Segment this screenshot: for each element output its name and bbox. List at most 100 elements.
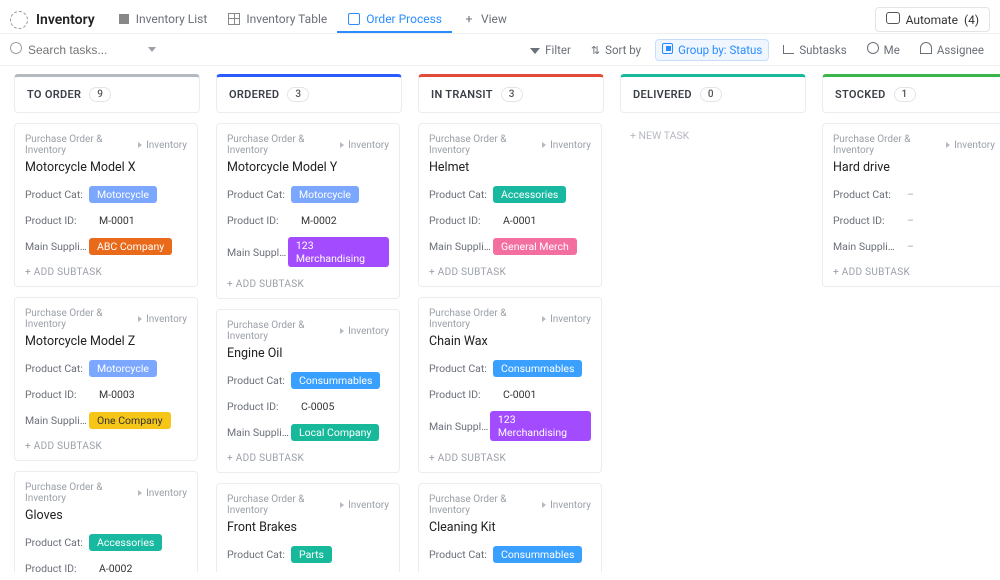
sortby-button[interactable]: Sort by bbox=[585, 40, 647, 60]
column-title: TO ORDER bbox=[27, 88, 81, 101]
breadcrumb-child: Inventory bbox=[550, 500, 591, 511]
field-row: Product ID:M-0001 bbox=[25, 211, 187, 229]
field-label: Product ID: bbox=[429, 214, 493, 227]
field-row: Product Cat:Motorcycle bbox=[227, 185, 389, 203]
column-header[interactable]: DELIVERED0 bbox=[620, 74, 806, 113]
tab-order-process[interactable]: Order Process bbox=[337, 6, 452, 33]
column-title: IN TRANSIT bbox=[431, 88, 493, 101]
task-card[interactable]: Purchase Order & InventoryInventoryMotor… bbox=[14, 297, 198, 461]
add-subtask-button[interactable]: + ADD SUBTASK bbox=[833, 263, 995, 278]
field-row: Product ID:C-0004 bbox=[429, 571, 591, 572]
column-header[interactable]: ORDERED3 bbox=[216, 74, 402, 113]
breadcrumb-child: Inventory bbox=[348, 140, 389, 151]
field-label: Product ID: bbox=[227, 400, 291, 413]
tab-inventory-table[interactable]: Inventory Table bbox=[217, 6, 337, 33]
add-subtask-button[interactable]: + ADD SUBTASK bbox=[25, 437, 187, 452]
task-card[interactable]: Purchase Order & InventoryInventoryFront… bbox=[216, 483, 400, 572]
task-card[interactable]: Purchase Order & InventoryInventoryHelme… bbox=[418, 123, 602, 287]
field-label: Main Suppliers: bbox=[833, 240, 897, 253]
tab-label: Inventory List bbox=[136, 12, 208, 26]
chevron-right-icon bbox=[340, 142, 344, 148]
card-title: Chain Wax bbox=[429, 334, 591, 349]
task-card[interactable]: Purchase Order & InventoryInventoryEngin… bbox=[216, 309, 400, 473]
breadcrumb: Purchase Order & InventoryInventory bbox=[833, 134, 995, 156]
field-row: Product Cat:Consummables bbox=[429, 359, 591, 377]
field-label: Product Cat: bbox=[25, 188, 89, 201]
top-bar: Inventory Inventory List Inventory Table… bbox=[0, 0, 1000, 34]
me-button[interactable]: Me bbox=[861, 39, 906, 60]
field-row: Product Cat:Accessories bbox=[429, 185, 591, 203]
automate-label: Automate bbox=[906, 13, 958, 27]
task-card[interactable]: Purchase Order & InventoryInventoryMotor… bbox=[216, 123, 400, 299]
groupby-button[interactable]: Group by: Status bbox=[655, 39, 769, 61]
task-card[interactable]: Purchase Order & InventoryInventoryGlove… bbox=[14, 471, 198, 572]
assignee-button[interactable]: Assignee bbox=[914, 39, 990, 60]
tab-add-view[interactable]: View bbox=[452, 6, 517, 33]
product-id-value: M-0002 bbox=[291, 214, 337, 227]
chevron-down-icon[interactable] bbox=[148, 47, 156, 52]
breadcrumb-parent: Purchase Order & Inventory bbox=[227, 320, 336, 342]
tab-label: View bbox=[481, 12, 507, 26]
tag-pill: General Merch bbox=[493, 238, 577, 255]
column-count: 3 bbox=[501, 87, 523, 102]
column-count: 0 bbox=[700, 87, 722, 102]
breadcrumb-parent: Purchase Order & Inventory bbox=[429, 134, 538, 156]
tag-pill: Motorcycle bbox=[89, 360, 157, 377]
card-title: Gloves bbox=[25, 508, 187, 523]
field-label: Main Suppliers: bbox=[25, 414, 89, 427]
search-wrap bbox=[10, 42, 160, 57]
tag-pill: Consummables bbox=[493, 360, 582, 377]
product-id-value: C-0001 bbox=[493, 388, 536, 401]
field-label: Product ID: bbox=[227, 214, 291, 227]
add-subtask-button[interactable]: + ADD SUBTASK bbox=[429, 449, 591, 464]
field-label: Main Suppliers: bbox=[227, 426, 291, 439]
space-icon bbox=[10, 11, 28, 29]
column-header[interactable]: IN TRANSIT 3 bbox=[418, 74, 604, 113]
field-row: Main Suppliers:– bbox=[833, 237, 995, 255]
tag-pill: 123 Merchandising bbox=[288, 237, 389, 267]
breadcrumb-parent: Purchase Order & Inventory bbox=[227, 134, 336, 156]
add-subtask-button[interactable]: + ADD SUBTASK bbox=[25, 263, 187, 278]
field-label: Main Suppliers: bbox=[25, 240, 89, 253]
empty-value: – bbox=[897, 240, 914, 253]
breadcrumb: Purchase Order & InventoryInventory bbox=[227, 320, 389, 342]
search-input[interactable] bbox=[28, 43, 138, 57]
task-card[interactable]: Purchase Order & InventoryInventoryChain… bbox=[418, 297, 602, 473]
tab-inventory-list[interactable]: Inventory List bbox=[107, 6, 218, 33]
add-subtask-button[interactable]: + ADD SUBTASK bbox=[227, 449, 389, 464]
add-subtask-button[interactable]: + ADD SUBTASK bbox=[429, 263, 591, 278]
automate-button[interactable]: Automate (4) bbox=[875, 7, 990, 32]
card-title: Motorcycle Model X bbox=[25, 160, 187, 175]
field-label: Product Cat: bbox=[25, 362, 89, 375]
breadcrumb-parent: Purchase Order & Inventory bbox=[227, 494, 336, 516]
list-icon bbox=[117, 12, 131, 26]
tag-pill: Parts bbox=[291, 546, 332, 563]
filter-button[interactable]: Filter bbox=[524, 40, 577, 60]
task-card[interactable]: Purchase Order & InventoryInventoryClean… bbox=[418, 483, 602, 572]
field-row: Product ID:– bbox=[833, 211, 995, 229]
column-header[interactable]: STOCKED1 bbox=[822, 74, 1000, 113]
field-label: Product ID: bbox=[25, 388, 89, 401]
tag-pill: Accessories bbox=[493, 186, 566, 203]
view-tabs: Inventory List Inventory Table Order Pro… bbox=[107, 6, 517, 33]
subtasks-button[interactable]: Subtasks bbox=[777, 40, 852, 60]
field-row: Product ID:M-0002 bbox=[227, 211, 389, 229]
chevron-right-icon bbox=[340, 502, 344, 508]
tab-label: Order Process bbox=[366, 12, 442, 26]
field-label: Product Cat: bbox=[429, 188, 493, 201]
field-label: Product ID: bbox=[25, 214, 89, 227]
field-label: Product Cat: bbox=[25, 536, 89, 549]
task-card[interactable]: Purchase Order & InventoryInventory Hard … bbox=[822, 123, 1000, 287]
task-card[interactable]: Purchase Order & InventoryInventoryMotor… bbox=[14, 123, 198, 287]
field-row: Main Suppliers:Local Company bbox=[227, 423, 389, 441]
card-title: Hard drive bbox=[833, 160, 995, 175]
board-column: STOCKED1 Purchase Order & InventoryInvent… bbox=[822, 74, 1000, 572]
breadcrumb-child: Inventory bbox=[348, 500, 389, 511]
breadcrumb: Purchase Order & InventoryInventory bbox=[429, 134, 591, 156]
product-id-value: M-0001 bbox=[89, 214, 135, 227]
product-id-value: C-0005 bbox=[291, 400, 334, 413]
column-header[interactable]: TO ORDER9 bbox=[14, 74, 200, 113]
new-task-button[interactable]: + NEW TASK bbox=[620, 123, 804, 148]
add-subtask-button[interactable]: + ADD SUBTASK bbox=[227, 275, 389, 290]
filter-label: Filter bbox=[545, 43, 571, 57]
